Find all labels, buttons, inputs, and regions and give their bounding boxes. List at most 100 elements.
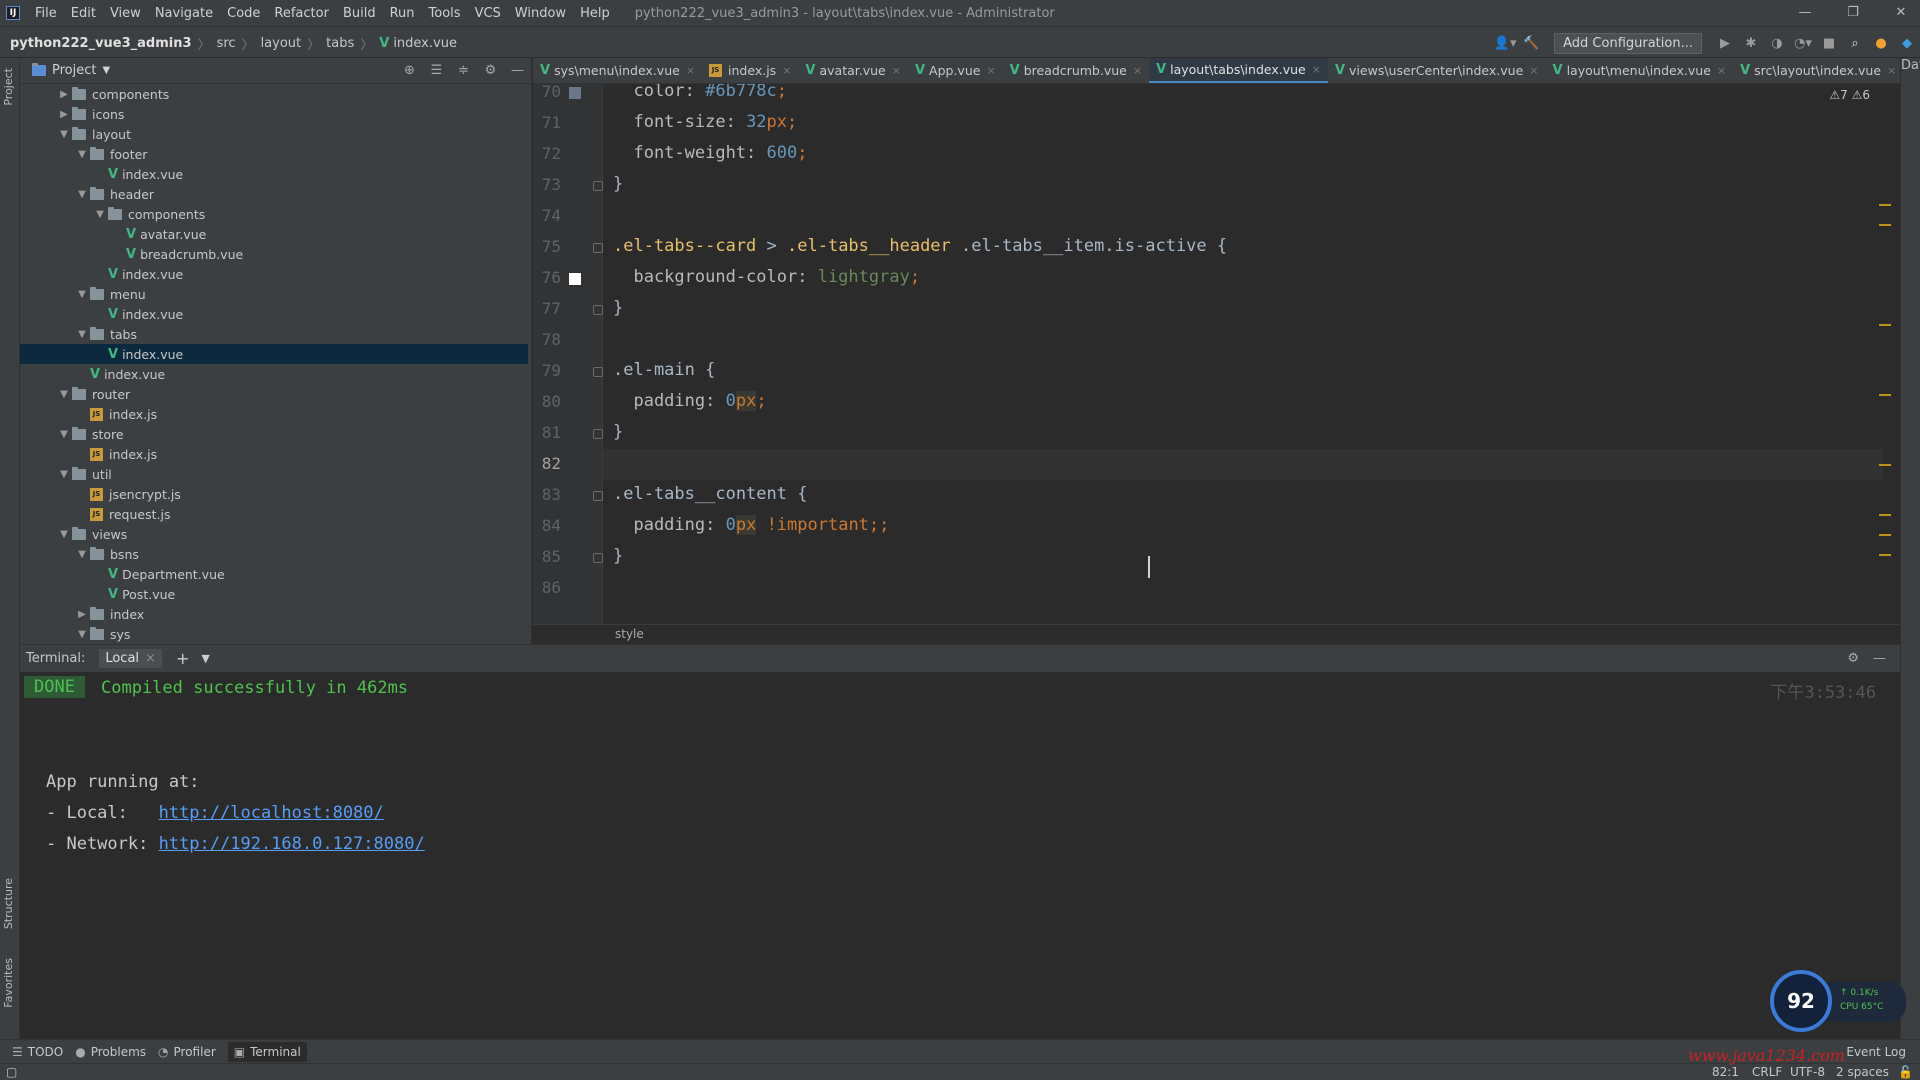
database-tool-tab[interactable]: Database	[1901, 58, 1920, 73]
chevron-down-icon[interactable]: ▼	[74, 329, 90, 340]
tree-item[interactable]: ▼ menu	[20, 284, 528, 304]
tree-item[interactable]: Vavatar.vue	[20, 224, 528, 244]
tree-item[interactable]: ▼ views	[20, 524, 528, 544]
terminal-output[interactable]: DONE Compiled successfully in 462ms 下午3:…	[20, 672, 1900, 1039]
close-tab-icon[interactable]: ×	[145, 651, 156, 666]
menu-file[interactable]: File	[28, 6, 64, 21]
fold-marker-icon[interactable]	[593, 553, 603, 563]
chevron-down-icon[interactable]: ▼	[92, 209, 108, 220]
error-stripe-marker[interactable]	[1879, 204, 1891, 206]
problems-tool-button[interactable]: ● Problems	[75, 1045, 146, 1059]
stop-icon[interactable]: ■	[1816, 36, 1842, 51]
chevron-down-icon[interactable]: ▼	[56, 529, 72, 540]
locate-icon[interactable]: ⊕	[396, 63, 423, 78]
close-tab-icon[interactable]: ×	[1133, 64, 1142, 77]
menu-code[interactable]: Code	[220, 6, 267, 21]
menu-help[interactable]: Help	[573, 6, 617, 21]
fold-marker-icon[interactable]	[593, 491, 603, 501]
file-encoding[interactable]: UTF-8	[1790, 1065, 1825, 1079]
fold-marker-icon[interactable]	[593, 243, 603, 253]
close-tab-icon[interactable]: ×	[1529, 64, 1538, 77]
structure-tool-tab[interactable]: Structure	[2, 878, 15, 929]
fold-marker-icon[interactable]	[593, 181, 603, 191]
new-terminal-icon[interactable]: +	[176, 649, 189, 668]
network-url-link[interactable]: http://192.168.0.127:8080/	[159, 834, 425, 854]
breadcrumb-src[interactable]: src	[217, 36, 236, 51]
terminal-tab-local[interactable]: Local ×	[99, 649, 162, 668]
breadcrumb-tabs[interactable]: tabs	[326, 36, 354, 51]
gear-icon[interactable]: ⚙	[477, 63, 504, 78]
tree-item[interactable]: V Post.vue	[20, 584, 528, 604]
chevron-down-icon[interactable]: ▼	[74, 289, 90, 300]
indent-setting[interactable]: 2 spaces	[1836, 1065, 1889, 1079]
maximize-icon[interactable]: ❐	[1836, 0, 1870, 26]
project-tool-tab[interactable]: Project	[2, 68, 15, 106]
tree-item[interactable]: ▼ layout	[20, 124, 528, 144]
chevron-down-icon[interactable]: ▼	[56, 389, 72, 400]
tree-item[interactable]: ▼ components	[20, 204, 528, 224]
plugin-icon[interactable]: ◆	[1894, 36, 1920, 51]
fold-marker-icon[interactable]	[593, 305, 603, 315]
error-stripe-marker[interactable]	[1879, 394, 1891, 396]
error-stripe-marker[interactable]	[1879, 554, 1891, 556]
tree-item[interactable]: ▶ components	[20, 84, 528, 104]
tree-item[interactable]: JS jsencrypt.js	[20, 484, 528, 504]
event-log-button[interactable]: Event Log	[1846, 1045, 1906, 1059]
error-stripe-marker[interactable]	[1879, 224, 1891, 226]
close-icon[interactable]: ✕	[1884, 0, 1918, 26]
editor-breadcrumb-style[interactable]: style	[615, 627, 644, 641]
favorites-tool-tab[interactable]: Favorites	[2, 958, 15, 1008]
debug-icon[interactable]: ✱	[1738, 36, 1764, 51]
hide-icon[interactable]: —	[1873, 651, 1886, 666]
inspection-warnings[interactable]: ⚠7 ⚠6	[1829, 88, 1870, 102]
breadcrumb-layout[interactable]: layout	[261, 36, 302, 51]
breadcrumb-file[interactable]: index.vue	[393, 36, 457, 51]
update-icon[interactable]: ●	[1868, 36, 1894, 51]
chevron-down-icon[interactable]: ▼	[56, 469, 72, 480]
editor-tab[interactable]: Vlayout\menu\index.vue ×	[1546, 58, 1734, 83]
color-swatch-icon[interactable]	[569, 87, 581, 99]
line-separator[interactable]: CRLF	[1752, 1065, 1782, 1079]
run-icon[interactable]: ▶	[1712, 36, 1738, 51]
menu-view[interactable]: View	[103, 6, 148, 21]
tree-item[interactable]: ▼ footer	[20, 144, 528, 164]
lock-icon[interactable]: 🔓	[1898, 1065, 1913, 1079]
editor-tab[interactable]: Vlayout\tabs\index.vue ×	[1149, 58, 1328, 83]
tree-item[interactable]: Vindex.vue	[20, 264, 528, 284]
minimize-icon[interactable]: —	[1788, 0, 1822, 26]
close-tab-icon[interactable]: ×	[1312, 63, 1321, 76]
gear-icon[interactable]: ⚙	[1847, 651, 1859, 666]
editor-tab[interactable]: Vsys\menu\index.vue ×	[533, 58, 702, 83]
error-stripe-marker[interactable]	[1879, 514, 1891, 516]
chevron-down-icon[interactable]: ▼	[74, 549, 90, 560]
chevron-down-icon[interactable]: ▼	[74, 149, 90, 160]
menu-navigate[interactable]: Navigate	[148, 6, 220, 21]
caret-position[interactable]: 82:1	[1712, 1065, 1739, 1079]
fold-marker-icon[interactable]	[593, 429, 603, 439]
close-tab-icon[interactable]: ×	[986, 64, 995, 77]
chevron-down-icon[interactable]: ▼	[201, 652, 209, 665]
tree-item[interactable]: Vindex.vue	[20, 304, 528, 324]
menu-run[interactable]: Run	[383, 6, 422, 21]
tree-item[interactable]: Vindex.vue	[20, 344, 528, 364]
profile-icon[interactable]: ◔▾	[1790, 36, 1816, 51]
todo-tool-button[interactable]: ☰ TODO	[12, 1045, 63, 1059]
user-icon[interactable]: 👤▾	[1492, 36, 1518, 51]
error-stripe-marker[interactable]	[1879, 464, 1891, 466]
menu-edit[interactable]: Edit	[64, 6, 103, 21]
menu-build[interactable]: Build	[336, 6, 383, 21]
tree-item[interactable]: V Department.vue	[20, 564, 528, 584]
local-url-link[interactable]: http://localhost:8080/	[159, 803, 384, 823]
tree-item[interactable]: ▶ icons	[20, 104, 528, 124]
tree-item[interactable]: ▼ header	[20, 184, 528, 204]
build-hammer-icon[interactable]: 🔨	[1518, 36, 1544, 51]
tree-item[interactable]: ▼ router	[20, 384, 528, 404]
tree-item[interactable]: JS request.js	[20, 504, 528, 524]
chevron-down-icon[interactable]: ▼	[74, 629, 90, 640]
editor-tab[interactable]: Vviews\userCenter\index.vue ×	[1328, 58, 1546, 83]
tree-item[interactable]: Vindex.vue	[20, 164, 528, 184]
breadcrumb-project[interactable]: python222_vue3_admin3	[10, 36, 192, 51]
add-configuration-button[interactable]: Add Configuration...	[1554, 32, 1702, 54]
color-swatch-icon[interactable]	[569, 273, 581, 285]
tree-item[interactable]: ▼ store	[20, 424, 528, 444]
